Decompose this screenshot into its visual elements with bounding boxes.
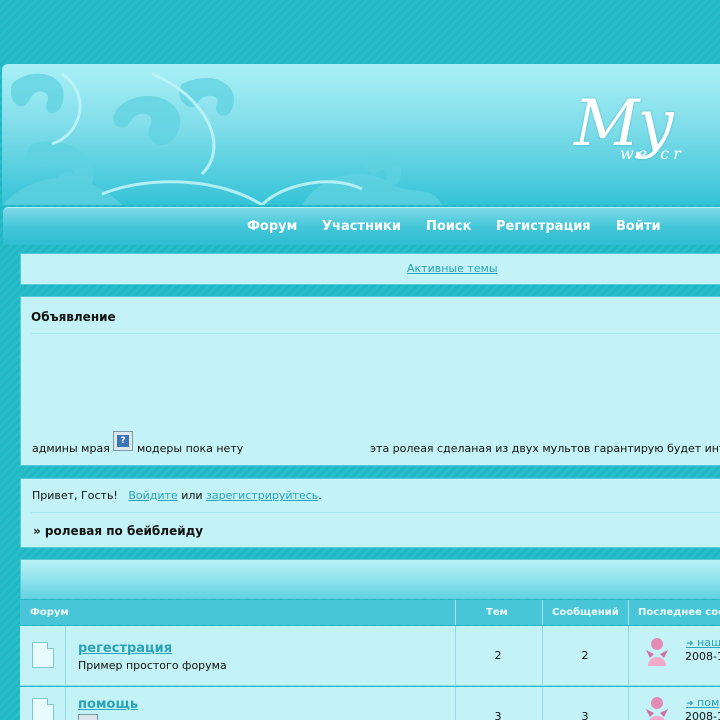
- nav-login[interactable]: Войти: [616, 208, 661, 246]
- divider: [65, 687, 66, 720]
- divider: [628, 626, 629, 685]
- login-link[interactable]: Войдите: [128, 489, 177, 502]
- divider: [65, 626, 66, 685]
- period-text: .: [318, 489, 322, 502]
- post-count: 3: [581, 710, 589, 720]
- divider: [455, 626, 456, 685]
- announcement-admins-text: админы мрая: [32, 442, 110, 455]
- nav-members[interactable]: Участники: [322, 208, 401, 246]
- nav-register[interactable]: Регистрация: [496, 208, 591, 246]
- arrow-right-icon: ➜: [686, 699, 694, 709]
- last-post-link[interactable]: ➜ пом: [686, 696, 719, 709]
- divider: [31, 512, 720, 513]
- floral-swirl-decoration: [2, 72, 442, 205]
- breadcrumb[interactable]: » ролевая по бейблейду: [33, 524, 203, 538]
- col-topics: Тем: [486, 607, 508, 618]
- forum-status-icon: [32, 642, 54, 668]
- col-last-post: Последнее сооб: [638, 607, 720, 618]
- active-topics-link[interactable]: Активные темы: [21, 254, 720, 284]
- site-tagline: we cr: [620, 144, 685, 163]
- main-nav: Форум Участники Поиск Регистрация Войти: [3, 207, 720, 245]
- active-topics-panel: Активные темы: [20, 253, 720, 285]
- last-post-link-text: нашу: [697, 636, 720, 649]
- page: My we cr Форум Участники Поиск Регистрац…: [0, 0, 720, 720]
- announcement-moderators-text: модеры пока нету: [137, 442, 244, 455]
- last-post-link[interactable]: ➜ нашу: [686, 636, 720, 649]
- divider: [628, 600, 629, 625]
- col-forum: Форум: [30, 607, 69, 618]
- post-count: 2: [581, 649, 589, 662]
- forum-description: Пример простого форума: [78, 659, 227, 672]
- last-post-date: 2008-1: [685, 710, 720, 720]
- forum-title-link[interactable]: регестрация: [78, 641, 172, 656]
- forum-row: помощь 3 3 ➜ пом 2008-1: [20, 687, 720, 720]
- divider: [455, 600, 456, 625]
- forum-row: регестрация Пример простого форума 2 2 ➜…: [20, 626, 720, 686]
- forum-column-headers: Форум Тем Сообщений Последнее сооб: [20, 600, 720, 625]
- last-post-link-text: пом: [697, 696, 720, 709]
- divider: [628, 687, 629, 720]
- nav-forum[interactable]: Форум: [247, 208, 297, 246]
- divider: [542, 687, 543, 720]
- register-link[interactable]: зарегистрируйтесь: [206, 489, 318, 502]
- or-text: или: [181, 489, 203, 502]
- greeting-text: Привет, Гость!: [32, 489, 118, 502]
- topic-count: 3: [494, 710, 502, 720]
- divider: [542, 600, 543, 625]
- divider: [542, 626, 543, 685]
- announcement-panel: Объявление админы мрая ? модеры пока нет…: [20, 296, 720, 466]
- forum-title-link[interactable]: помощь: [78, 697, 138, 712]
- welcome-line: Привет, Гость! Войдите или зарегистрируй…: [32, 489, 322, 502]
- broken-image-icon: [78, 714, 98, 720]
- announcement-title: Объявление: [31, 310, 116, 324]
- forum-category-header: [20, 559, 720, 599]
- forum-status-icon: [32, 698, 54, 720]
- broken-image-icon: ?: [113, 431, 133, 451]
- last-post-date: 2008-1: [685, 650, 720, 663]
- arrow-right-icon: ➜: [686, 639, 694, 649]
- topic-count: 2: [494, 649, 502, 662]
- col-posts: Сообщений: [552, 607, 619, 618]
- header-banner: My we cr: [2, 64, 720, 205]
- user-avatar: [646, 697, 668, 720]
- divider: [31, 333, 720, 334]
- welcome-panel: Привет, Гость! Войдите или зарегистрируй…: [20, 478, 720, 548]
- divider: [455, 687, 456, 720]
- announcement-description: эта ролеая сделаная из двух мультов гара…: [370, 442, 720, 455]
- nav-search[interactable]: Поиск: [426, 208, 471, 246]
- user-avatar: [646, 638, 668, 666]
